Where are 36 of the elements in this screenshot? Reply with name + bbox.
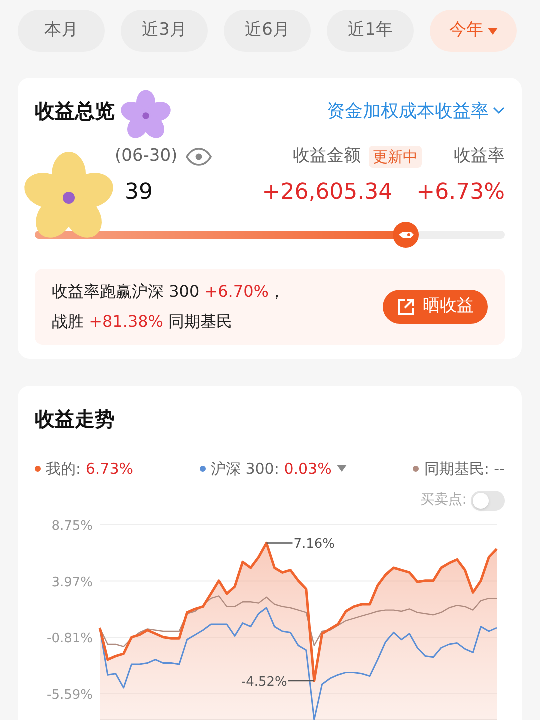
rate-value: +6.73% <box>416 178 505 206</box>
profit-value: +26,605.34 <box>262 178 393 206</box>
period-tab[interactable]: 本月 <box>18 10 105 52</box>
updating-badge: 更新中 <box>369 146 422 168</box>
metric-selector[interactable]: 资金加权成本收益率 <box>327 98 505 124</box>
chevron-down-icon <box>493 107 505 115</box>
summary-text: 战胜 +81.38% 同期基民 <box>52 310 234 332</box>
asset-value: 39 <box>124 178 153 206</box>
rocket-icon <box>393 222 420 248</box>
trade-points-switch[interactable] <box>471 490 505 510</box>
y-tick-label: 3.97% <box>52 575 93 590</box>
period-tab[interactable]: 近1年 <box>327 10 414 52</box>
share-icon <box>397 298 415 316</box>
toggle-label: 买卖点: <box>420 491 467 510</box>
card-title: 收益走势 <box>35 406 115 430</box>
period-tab[interactable]: 今年 <box>430 10 517 52</box>
leader-line <box>266 542 293 544</box>
caret-icon[interactable] <box>336 465 347 472</box>
profit-label: 收益金额 <box>293 145 361 168</box>
rate-label: 收益率 <box>454 145 505 168</box>
eye-icon[interactable] <box>186 148 212 166</box>
y-tick-label: -0.81% <box>47 632 93 647</box>
legend-label: 同期基民: -- <box>424 458 505 480</box>
summary-text: 收益率跑赢沪深 300 +6.70%， <box>52 280 285 302</box>
leader-line <box>288 680 314 682</box>
y-tick-label: -5.59% <box>47 688 93 703</box>
period-tab[interactable]: 近3月 <box>121 10 208 52</box>
annotation-label: 7.16% <box>294 537 336 552</box>
y-tick-label: 8.75% <box>52 519 93 534</box>
share-button[interactable]: 晒收益 <box>383 290 488 324</box>
period-tab[interactable]: 近6月 <box>224 10 311 52</box>
legend-label: 沪深 300: 0.03% <box>210 458 332 480</box>
asset-date-label: (06-30) <box>115 145 178 168</box>
annotation-label: -4.52% <box>241 674 288 690</box>
card-title: 收益总览 <box>35 98 115 125</box>
legend-label: 我的: 6.73% <box>46 458 134 480</box>
